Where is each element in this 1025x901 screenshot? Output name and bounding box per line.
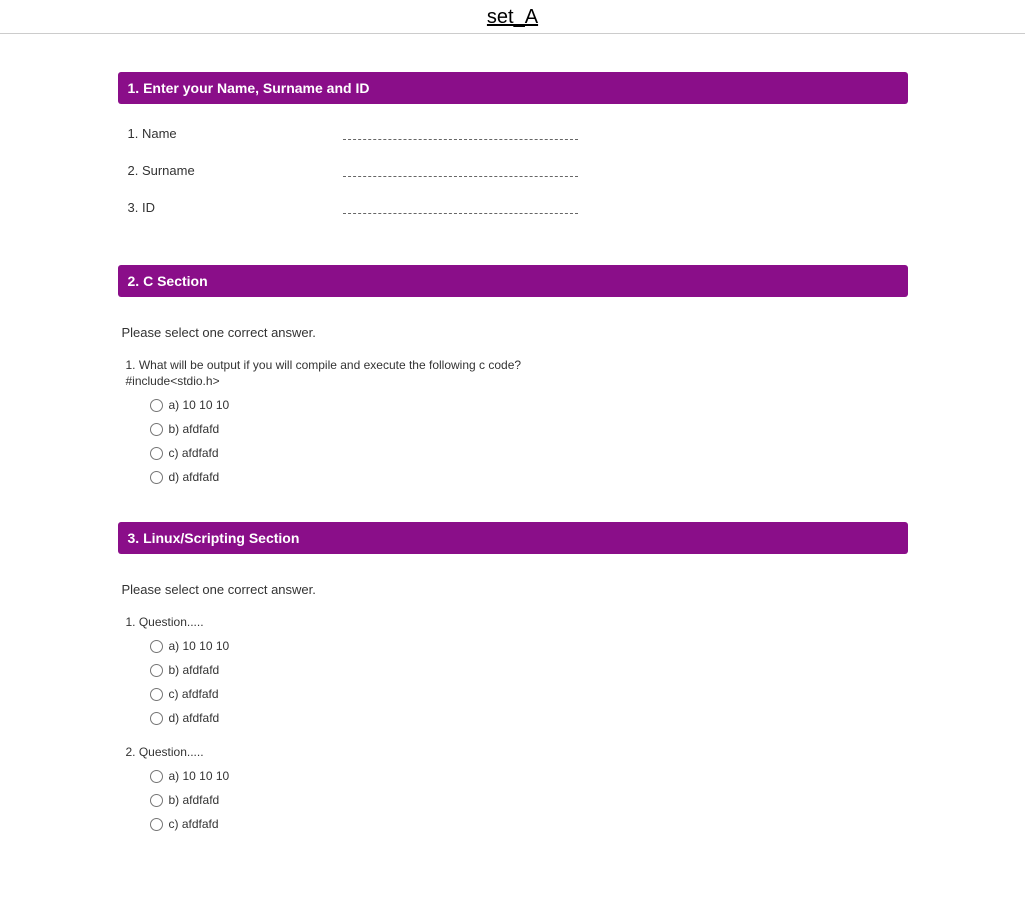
field-name-input-line[interactable] bbox=[343, 128, 578, 140]
field-surname-row: 2. Surname bbox=[128, 163, 898, 178]
section-3-q2-option-b[interactable]: b) afdfafd bbox=[150, 793, 904, 807]
radio-s3q2-a[interactable] bbox=[150, 770, 163, 783]
radio-s3q1-c[interactable] bbox=[150, 688, 163, 701]
field-id-input-line[interactable] bbox=[343, 202, 578, 214]
section-3-q1-option-a[interactable]: a) 10 10 10 bbox=[150, 639, 904, 653]
radio-s2q1-a[interactable] bbox=[150, 399, 163, 412]
field-name-row: 1. Name bbox=[128, 126, 898, 141]
radio-s3q1-d[interactable] bbox=[150, 712, 163, 725]
field-surname-input-line[interactable] bbox=[343, 165, 578, 177]
option-label: b) afdfafd bbox=[169, 422, 220, 436]
section-2-q1-option-d[interactable]: d) afdfafd bbox=[150, 470, 904, 484]
option-label: b) afdfafd bbox=[169, 793, 220, 807]
section-3-q2-text: 2. Question..... bbox=[126, 745, 904, 759]
section-1-header: 1. Enter your Name, Surname and ID bbox=[118, 72, 908, 104]
option-label: c) afdfafd bbox=[169, 446, 219, 460]
radio-s2q1-d[interactable] bbox=[150, 471, 163, 484]
section-3-q1-option-d[interactable]: d) afdfafd bbox=[150, 711, 904, 725]
section-2-q1-option-a[interactable]: a) 10 10 10 bbox=[150, 398, 904, 412]
section-2-q1-sub: #include<stdio.h> bbox=[126, 374, 904, 388]
section-3-question-2: 2. Question..... a) 10 10 10 b) afdfafd … bbox=[122, 745, 904, 831]
radio-s2q1-c[interactable] bbox=[150, 447, 163, 460]
section-3-q1-text: 1. Question..... bbox=[126, 615, 904, 629]
section-3-body: Please select one correct answer. 1. Que… bbox=[118, 554, 908, 861]
page-container: 1. Enter your Name, Surname and ID 1. Na… bbox=[118, 34, 908, 901]
radio-s3q2-c[interactable] bbox=[150, 818, 163, 831]
radio-s3q1-a[interactable] bbox=[150, 640, 163, 653]
section-3-q2-option-c[interactable]: c) afdfafd bbox=[150, 817, 904, 831]
section-2-q1-option-c[interactable]: c) afdfafd bbox=[150, 446, 904, 460]
field-id-row: 3. ID bbox=[128, 200, 898, 215]
option-label: a) 10 10 10 bbox=[169, 769, 230, 783]
section-2-instruction: Please select one correct answer. bbox=[122, 325, 904, 340]
section-2-body: Please select one correct answer. 1. Wha… bbox=[118, 297, 908, 504]
radio-s2q1-b[interactable] bbox=[150, 423, 163, 436]
section-2-q1-option-b[interactable]: b) afdfafd bbox=[150, 422, 904, 436]
field-name-label: 1. Name bbox=[128, 126, 343, 141]
option-label: a) 10 10 10 bbox=[169, 398, 230, 412]
section-2-q1-text: 1. What will be output if you will compi… bbox=[126, 358, 904, 372]
radio-s3q1-b[interactable] bbox=[150, 664, 163, 677]
section-3-header: 3. Linux/Scripting Section bbox=[118, 522, 908, 554]
option-label: d) afdfafd bbox=[169, 470, 220, 484]
radio-s3q2-b[interactable] bbox=[150, 794, 163, 807]
section-3-question-1: 1. Question..... a) 10 10 10 b) afdfafd … bbox=[122, 615, 904, 725]
option-label: d) afdfafd bbox=[169, 711, 220, 725]
section-3-q2-option-a[interactable]: a) 10 10 10 bbox=[150, 769, 904, 783]
field-id-label: 3. ID bbox=[128, 200, 343, 215]
option-label: a) 10 10 10 bbox=[169, 639, 230, 653]
page-header: set_A bbox=[0, 0, 1025, 34]
section-3-instruction: Please select one correct answer. bbox=[122, 582, 904, 597]
section-2-header: 2. C Section bbox=[118, 265, 908, 297]
page-title: set_A bbox=[0, 6, 1025, 29]
section-3-q1-option-c[interactable]: c) afdfafd bbox=[150, 687, 904, 701]
option-label: c) afdfafd bbox=[169, 687, 219, 701]
option-label: c) afdfafd bbox=[169, 817, 219, 831]
option-label: b) afdfafd bbox=[169, 663, 220, 677]
section-2-question-1: 1. What will be output if you will compi… bbox=[122, 358, 904, 484]
field-surname-label: 2. Surname bbox=[128, 163, 343, 178]
section-1-body: 1. Name 2. Surname 3. ID bbox=[118, 104, 908, 247]
section-3-q1-option-b[interactable]: b) afdfafd bbox=[150, 663, 904, 677]
